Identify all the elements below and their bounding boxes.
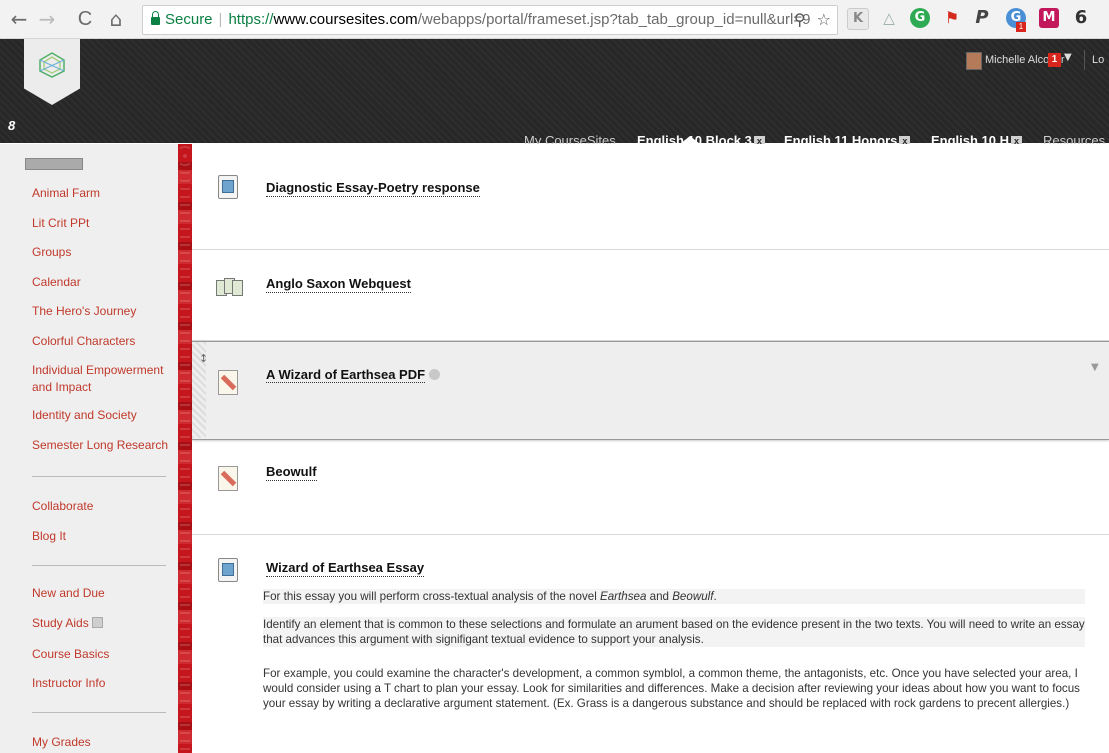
reload-icon[interactable]: C bbox=[72, 6, 98, 32]
para-emphasis: Earthsea bbox=[600, 590, 647, 603]
para-emphasis: Beowulf bbox=[672, 590, 714, 603]
sidebar-item-lit-crit-ppt[interactable]: Lit Crit PPt bbox=[32, 216, 89, 230]
sidebar-item-blog-it[interactable]: Blog It bbox=[32, 529, 66, 543]
back-icon[interactable]: ← bbox=[6, 6, 32, 32]
item-title-diagnostic-essay[interactable]: Diagnostic Essay-Poetry response bbox=[266, 180, 480, 197]
menu-toggle-handle[interactable] bbox=[25, 158, 83, 170]
url-path: /webapps/portal/frameset.jsp?tab_tab_gro… bbox=[417, 11, 811, 28]
item-title-beowulf[interactable]: Beowulf bbox=[266, 464, 317, 481]
sidebar-item-new-and-due[interactable]: New and Due bbox=[32, 586, 105, 600]
url-protocol: https:// bbox=[228, 11, 274, 28]
header-divider bbox=[1084, 50, 1085, 70]
edit-mode-icon[interactable]: 8 bbox=[8, 118, 15, 133]
sidebar-divider bbox=[32, 476, 166, 477]
webquest-icon bbox=[216, 278, 246, 298]
item-title-label: A Wizard of Earthsea PDF bbox=[266, 367, 426, 383]
notification-badge[interactable]: 1 bbox=[1048, 53, 1061, 67]
logout-link[interactable]: Lo bbox=[1092, 54, 1104, 66]
sidebar-item-animal-farm[interactable]: Animal Farm bbox=[32, 186, 100, 200]
grammarly-icon[interactable]: G bbox=[910, 8, 930, 28]
sidebar-item-calendar[interactable]: Calendar bbox=[32, 275, 81, 289]
secure-label: Secure bbox=[165, 11, 213, 28]
sidebar-divider bbox=[32, 565, 166, 566]
zoom-icon[interactable]: ⚲ bbox=[794, 10, 806, 29]
file-icon bbox=[218, 466, 238, 491]
para-text: . bbox=[713, 590, 717, 603]
active-tab-pointer bbox=[680, 136, 700, 144]
home-icon[interactable]: ⌂ bbox=[103, 6, 129, 32]
browser-toolbar: ← → C ⌂ Secure | https://www.coursesites.c… bbox=[0, 0, 1109, 39]
sidebar-item-identity-and-society[interactable]: Identity and Society bbox=[32, 408, 137, 422]
extension-m-icon[interactable]: M bbox=[1039, 8, 1059, 28]
sidebar-item-collaborate[interactable]: Collaborate bbox=[32, 499, 93, 513]
sidebar-item-study-aids[interactable]: Study Aids bbox=[32, 616, 103, 630]
para-text: For this essay you will perform cross-te… bbox=[263, 590, 600, 603]
forward-icon[interactable]: → bbox=[34, 6, 60, 32]
file-icon bbox=[218, 370, 238, 395]
extension-badge: 1 bbox=[1016, 22, 1026, 32]
sidebar-item-instructor-info[interactable]: Instructor Info bbox=[32, 676, 105, 690]
site-header bbox=[0, 39, 1109, 143]
star-icon[interactable]: ☆ bbox=[817, 10, 831, 29]
essay-paragraph-1: For this essay you will perform cross-te… bbox=[263, 589, 1085, 604]
lock-icon bbox=[151, 11, 160, 25]
sidebar-item-groups[interactable]: Groups bbox=[32, 245, 71, 259]
sidebar-divider bbox=[32, 712, 166, 713]
sidebar-item-heros-journey[interactable]: The Hero's Journey bbox=[32, 304, 136, 318]
extension-6-icon[interactable]: 6 bbox=[1071, 8, 1091, 28]
pinterest-icon[interactable]: P bbox=[972, 8, 992, 28]
item-title-wizard-of-earthsea-pdf[interactable]: A Wizard of Earthsea PDF bbox=[266, 367, 441, 383]
sidebar-item-semester-long-research[interactable]: Semester Long Research bbox=[32, 438, 168, 452]
essay-paragraph-2: Identify an element that is common to th… bbox=[263, 617, 1085, 647]
extension-k-icon[interactable]: K bbox=[847, 8, 869, 30]
avatar bbox=[966, 52, 982, 70]
drag-handle-icon[interactable]: ↕ bbox=[199, 352, 208, 365]
para-text: and bbox=[646, 590, 673, 603]
sidebar-item-individual-empowerment[interactable]: Individual Empowerment and Impact bbox=[32, 362, 172, 396]
decorative-pattern bbox=[180, 144, 190, 753]
url-host: www.coursesites.com bbox=[273, 11, 418, 28]
item-title-wizard-of-earthsea-essay[interactable]: Wizard of Earthsea Essay bbox=[266, 560, 425, 577]
assignment-icon bbox=[218, 175, 238, 199]
adobe-icon[interactable]: ⚑ bbox=[942, 8, 962, 28]
sidebar-item-label: Study Aids bbox=[32, 616, 89, 630]
drive-icon[interactable]: △ bbox=[879, 8, 899, 28]
sidebar-item-my-grades[interactable]: My Grades bbox=[32, 735, 91, 749]
assignment-icon bbox=[218, 558, 238, 582]
address-bar[interactable]: Secure | https://www.coursesites.com/webap… bbox=[142, 5, 838, 35]
logo-icon bbox=[39, 52, 65, 78]
chevron-down-icon[interactable]: ▼ bbox=[1064, 52, 1072, 63]
chevron-down-icon[interactable]: ▼ bbox=[1091, 362, 1099, 373]
sidebar-item-course-basics[interactable]: Course Basics bbox=[32, 647, 109, 661]
options-menu-icon[interactable] bbox=[429, 369, 441, 380]
content-item bbox=[192, 439, 1109, 535]
sidebar-item-colorful-characters[interactable]: Colorful Characters bbox=[32, 334, 135, 348]
external-link-icon bbox=[91, 617, 103, 628]
content-item bbox=[192, 144, 1109, 250]
content-item bbox=[192, 250, 1109, 341]
content-item-selected bbox=[192, 341, 1109, 440]
essay-paragraph-3: For example, you could examine the chara… bbox=[263, 667, 1080, 710]
item-title-anglo-saxon-webquest[interactable]: Anglo Saxon Webquest bbox=[266, 276, 411, 293]
